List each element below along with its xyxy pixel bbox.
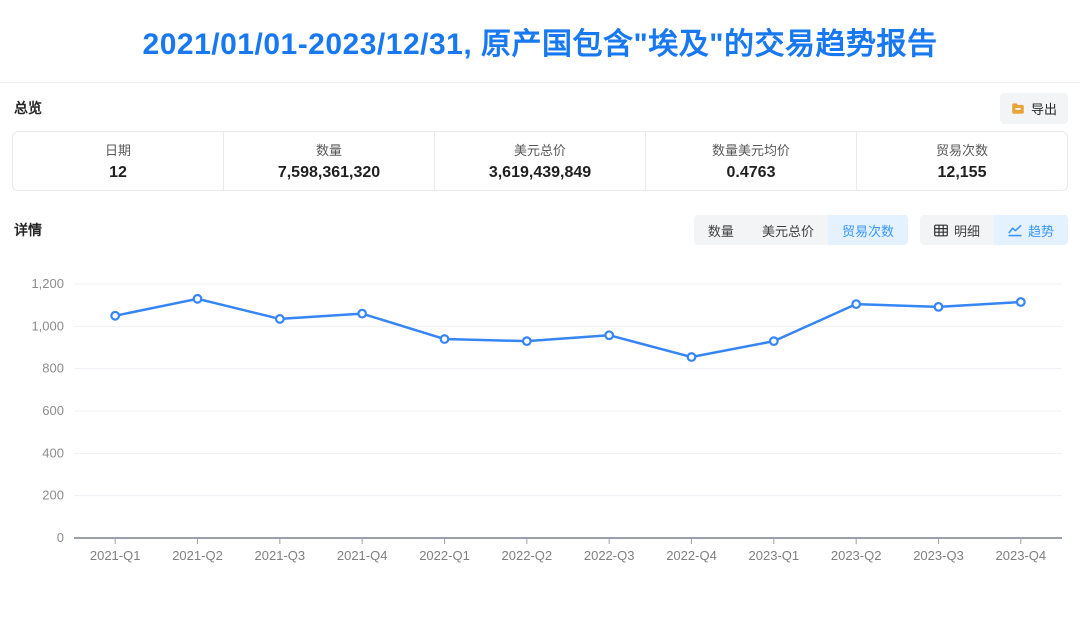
- report-title-bar: 2021/01/01-2023/12/31, 原产国包含"埃及"的交易趋势报告: [0, 0, 1080, 83]
- svg-text:2023-Q4: 2023-Q4: [996, 548, 1047, 563]
- tab-quantity[interactable]: 数量: [694, 215, 748, 245]
- svg-text:200: 200: [42, 488, 64, 503]
- metric-tab-group: 数量 美元总价 贸易次数: [694, 215, 908, 245]
- overview-section-header: 总览 导出: [12, 93, 1068, 123]
- svg-text:2023-Q1: 2023-Q1: [749, 548, 800, 563]
- stat-quantity: 数量 7,598,361,320: [223, 132, 434, 190]
- svg-text:600: 600: [42, 403, 64, 418]
- stat-label: 美元总价: [514, 140, 566, 159]
- tab-label: 美元总价: [762, 221, 814, 240]
- overview-stats-card: 日期 12 数量 7,598,361,320 美元总价 3,619,439,84…: [12, 131, 1068, 191]
- page-content: 总览 导出 日期 12 数量 7,598,361,320 美元总价 3,619,…: [0, 93, 1080, 604]
- svg-text:800: 800: [42, 361, 64, 376]
- stat-date: 日期 12: [13, 132, 223, 190]
- tab-label: 明细: [954, 221, 980, 240]
- svg-text:2021-Q3: 2021-Q3: [255, 548, 306, 563]
- export-button-label: 导出: [1031, 99, 1057, 118]
- stat-value: 12,155: [938, 164, 987, 182]
- table-grid-icon: [934, 224, 948, 237]
- svg-text:2022-Q4: 2022-Q4: [666, 548, 717, 563]
- svg-text:1,200: 1,200: [31, 276, 64, 291]
- details-section-label: 详情: [12, 220, 42, 240]
- stat-trade-count: 贸易次数 12,155: [856, 132, 1067, 190]
- svg-text:2021-Q1: 2021-Q1: [90, 548, 141, 563]
- svg-text:400: 400: [42, 445, 64, 460]
- trend-line-chart: 0 200 400 600 800 1,000 1,200 2021-Q1 2021-Q2 202…: [12, 259, 1068, 604]
- svg-text:0: 0: [57, 530, 64, 545]
- svg-text:2023-Q3: 2023-Q3: [913, 548, 964, 563]
- view-tab-group: 明细 趋势: [920, 215, 1068, 245]
- svg-text:2021-Q2: 2021-Q2: [172, 548, 223, 563]
- trend-chart-container: 0 200 400 600 800 1,000 1,200 2021-Q1 2021-Q2 202…: [12, 259, 1068, 604]
- trend-line-icon: [1008, 224, 1022, 237]
- svg-text:2022-Q3: 2022-Q3: [584, 548, 635, 563]
- svg-text:2021-Q4: 2021-Q4: [337, 548, 388, 563]
- svg-text:2022-Q1: 2022-Q1: [419, 548, 470, 563]
- details-section-header: 详情 数量 美元总价 贸易次数: [12, 215, 1068, 245]
- stat-value: 7,598,361,320: [278, 164, 380, 182]
- tab-label: 贸易次数: [842, 221, 894, 240]
- details-tab-groups: 数量 美元总价 贸易次数 明细: [694, 215, 1068, 245]
- stat-value: 12: [109, 164, 127, 182]
- stat-label: 日期: [105, 140, 131, 159]
- overview-section-label: 总览: [12, 98, 42, 118]
- tab-label: 趋势: [1028, 221, 1054, 240]
- svg-text:1,000: 1,000: [31, 318, 64, 333]
- tab-trade-count[interactable]: 贸易次数: [828, 215, 908, 245]
- stat-value: 0.4763: [727, 164, 776, 182]
- svg-text:2023-Q2: 2023-Q2: [831, 548, 882, 563]
- tab-detail-view[interactable]: 明细: [920, 215, 994, 245]
- export-button[interactable]: 导出: [1000, 93, 1068, 124]
- stat-label: 数量美元均价: [712, 140, 790, 159]
- tab-label: 数量: [708, 221, 734, 240]
- stat-avg-usd-price: 数量美元均价 0.4763: [645, 132, 856, 190]
- stat-label: 数量: [316, 140, 342, 159]
- stat-value: 3,619,439,849: [489, 164, 591, 182]
- stat-usd-total: 美元总价 3,619,439,849: [434, 132, 645, 190]
- tab-trend-view[interactable]: 趋势: [994, 215, 1068, 245]
- tab-usd-total[interactable]: 美元总价: [748, 215, 828, 245]
- file-export-icon: [1011, 101, 1025, 115]
- svg-text:2022-Q2: 2022-Q2: [502, 548, 553, 563]
- page-title: 2021/01/01-2023/12/31, 原产国包含"埃及"的交易趋势报告: [143, 19, 938, 63]
- stat-label: 贸易次数: [936, 140, 988, 159]
